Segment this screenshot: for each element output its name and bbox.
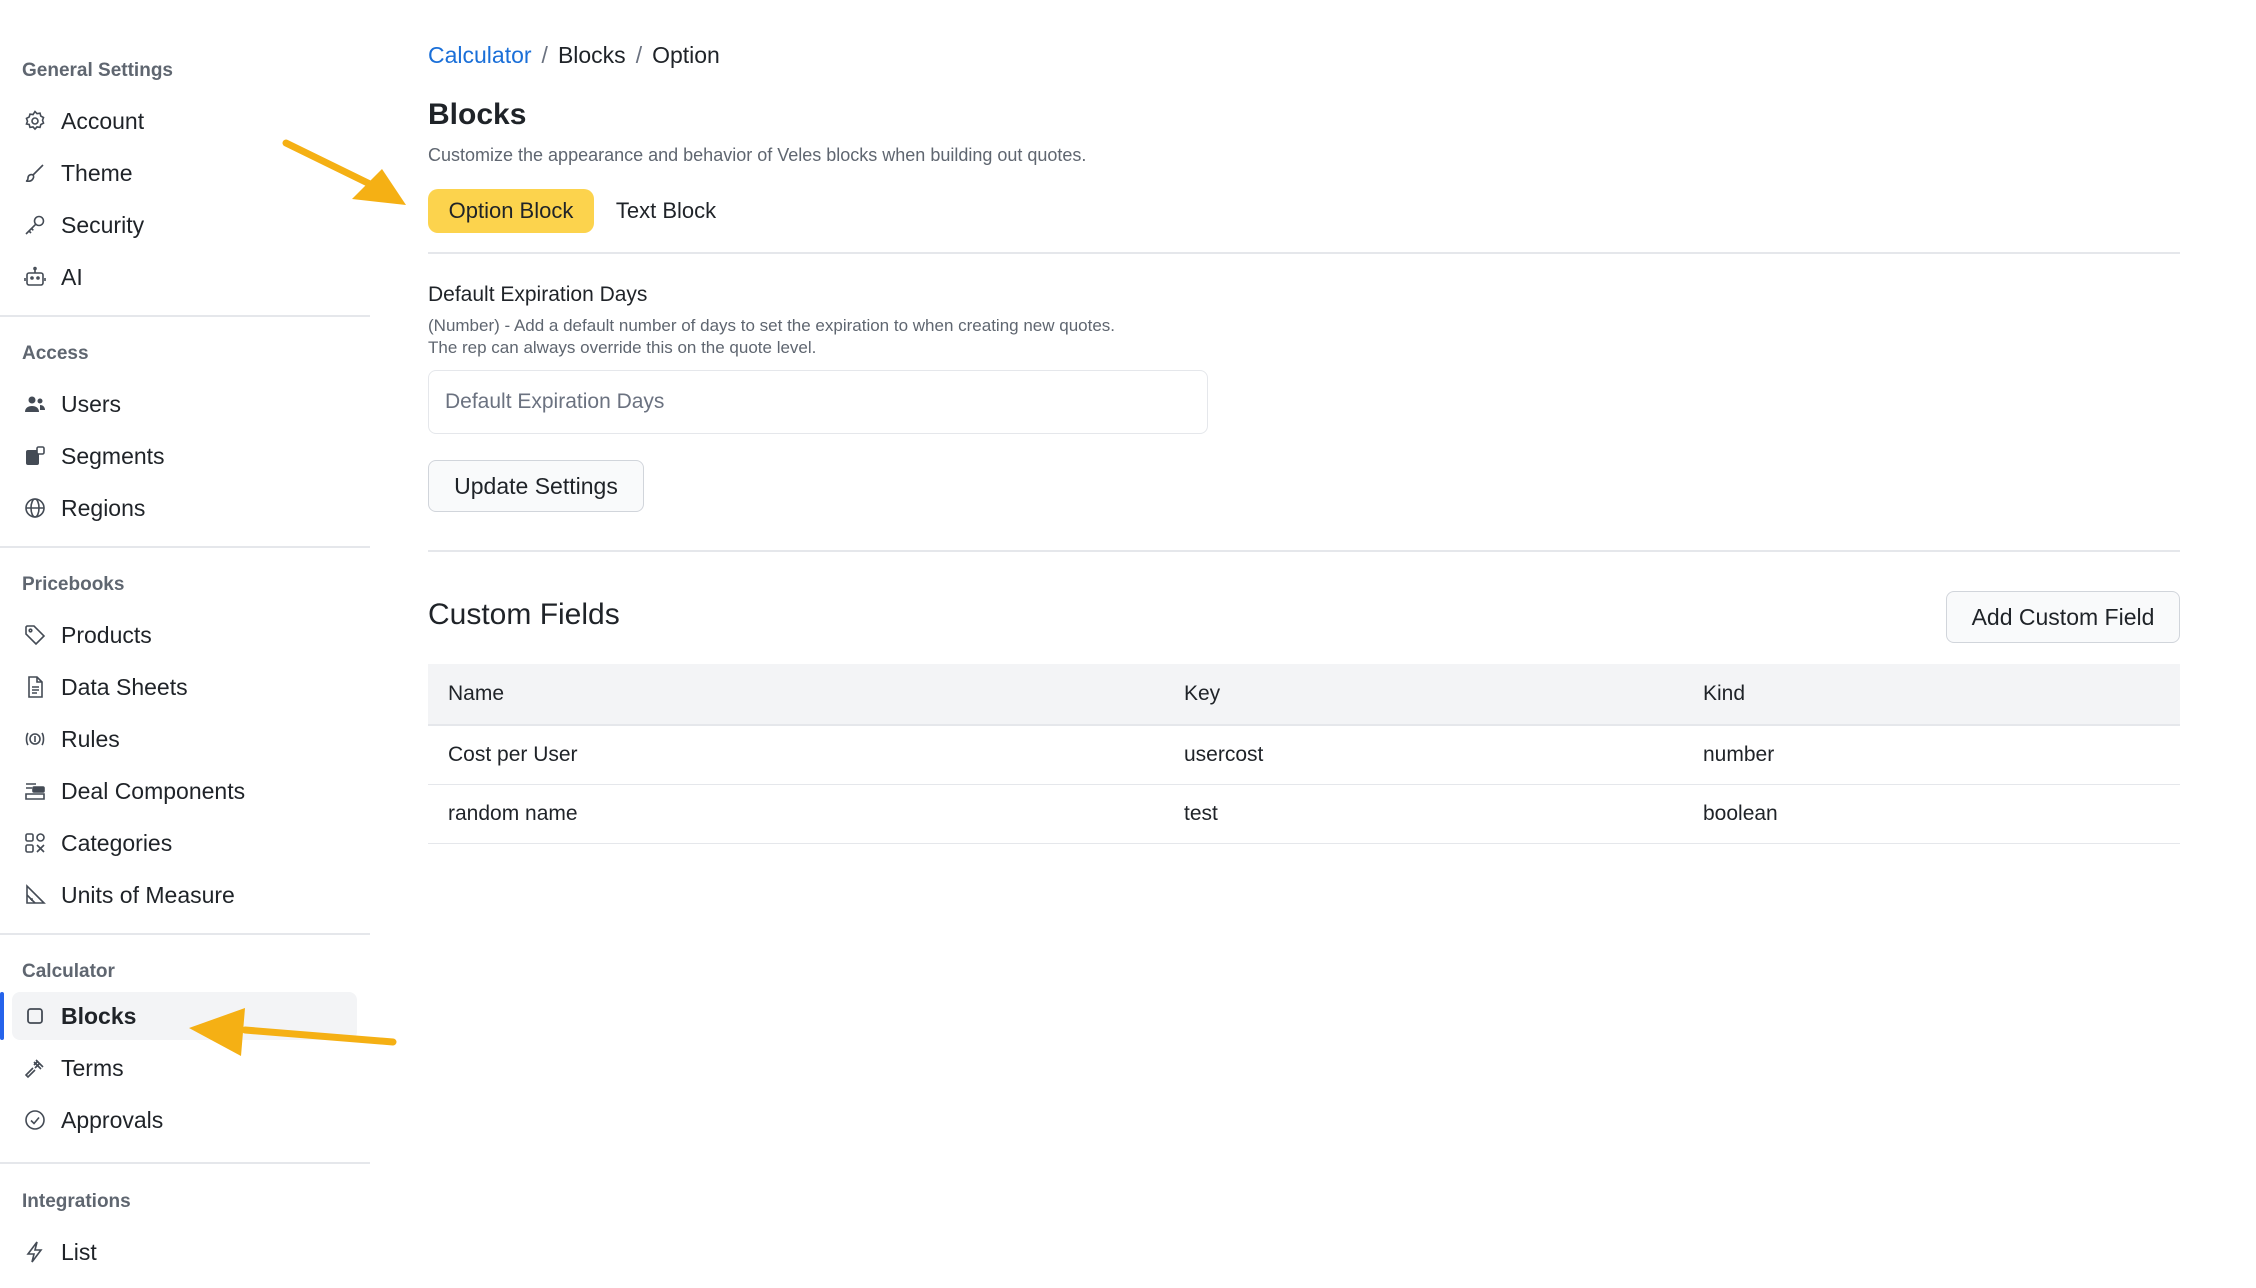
sidebar-divider: [0, 315, 370, 317]
breadcrumb-separator: /: [635, 42, 643, 68]
tab-option-block[interactable]: Option Block: [428, 189, 594, 233]
sidebar-item-ai[interactable]: AI: [12, 253, 352, 301]
table-header: Name Key Kind: [428, 664, 2180, 726]
sidebar-item-label: Data Sheets: [61, 673, 188, 700]
column-header-key: Key: [1184, 682, 1221, 705]
robot-icon: [22, 264, 48, 290]
active-indicator: [0, 992, 4, 1040]
sidebar-item-label: Approvals: [61, 1106, 164, 1133]
sidebar-item-label: Segments: [61, 442, 165, 469]
breadcrumb-blocks: Blocks: [557, 42, 626, 68]
sidebar-item-deal-components[interactable]: Deal Components: [12, 767, 352, 815]
sidebar-item-label: Products: [61, 621, 152, 648]
tag-icon: [22, 622, 48, 648]
section-title-calculator: Calculator: [22, 961, 115, 982]
page-title: Blocks: [428, 98, 527, 131]
table-row[interactable]: random name test boolean: [428, 785, 2180, 844]
breadcrumb-calculator-link[interactable]: Calculator: [428, 42, 532, 69]
sidebar-item-label: Rules: [61, 725, 120, 752]
sidebar-item-label: Users: [61, 390, 122, 417]
sidebar-item-label: Units of Measure: [61, 881, 235, 908]
gear-icon: [22, 108, 48, 134]
sidebar-item-label: Blocks: [61, 1002, 137, 1029]
table-row[interactable]: Cost per User usercost number: [428, 726, 2180, 785]
cell-key: usercost: [1184, 743, 1264, 766]
column-header-kind: Kind: [1703, 682, 1746, 705]
section-title-pricebooks: Pricebooks: [22, 574, 125, 595]
cell-kind: number: [1703, 743, 1775, 766]
update-settings-button[interactable]: Update Settings: [428, 460, 644, 512]
sidebar-item-approvals[interactable]: Approvals: [12, 1096, 352, 1144]
page-description: Customize the appearance and behavior of…: [428, 145, 1087, 165]
sidebar-divider: [0, 933, 370, 935]
breadcrumb: Calculator / Blocks / Option: [428, 42, 720, 69]
sidebar-item-label: Theme: [61, 159, 133, 186]
column-header-name: Name: [448, 682, 505, 705]
sidebar-item-segments[interactable]: Segments: [12, 432, 352, 480]
sidebar-item-label: List: [61, 1238, 97, 1265]
sidebar-item-label: Account: [61, 107, 145, 134]
ruler-icon: [22, 882, 48, 908]
custom-fields-title: Custom Fields: [428, 598, 620, 631]
globe-icon: [22, 495, 48, 521]
document-icon: [22, 674, 48, 700]
cell-key: test: [1184, 802, 1218, 825]
breadcrumb-separator: /: [541, 42, 548, 68]
categories-icon: [22, 830, 48, 856]
add-custom-field-button[interactable]: Add Custom Field: [1946, 591, 2180, 643]
breadcrumb-current: Option: [652, 42, 720, 68]
cell-name: random name: [448, 802, 578, 825]
section-divider: [428, 550, 2180, 552]
sidebar-item-categories[interactable]: Categories: [12, 819, 352, 867]
sidebar-item-label: Deal Components: [61, 777, 246, 804]
gavel-icon: [22, 1055, 48, 1081]
cell-name: Cost per User: [448, 743, 578, 766]
users-icon: [22, 391, 48, 417]
sidebar-item-users[interactable]: Users: [12, 380, 352, 428]
sidebar-divider: [0, 546, 370, 548]
custom-fields-table: Name Key Kind Cost per User usercost num…: [428, 664, 2180, 844]
section-title-access: Access: [22, 343, 89, 364]
cell-kind: boolean: [1703, 802, 1778, 825]
segments-icon: [22, 443, 48, 469]
sidebar-item-label: Regions: [61, 494, 146, 521]
check-circle-icon: [22, 1107, 48, 1133]
sidebar-item-label: Security: [61, 211, 145, 238]
expiration-days-help: (Number) - Add a default number of days …: [428, 316, 1115, 335]
annotation-arrow-tabs: [282, 139, 406, 205]
expiration-days-input[interactable]: [428, 370, 1208, 434]
sidebar-divider: [0, 1162, 370, 1164]
components-icon: [22, 778, 48, 804]
brush-icon: [22, 160, 48, 186]
annotation-arrow-blocks: [189, 1008, 397, 1056]
sidebar-item-data-sheets[interactable]: Data Sheets: [12, 663, 352, 711]
sidebar-item-rules[interactable]: Rules: [12, 715, 352, 763]
tabs-divider: [428, 252, 2180, 254]
sidebar-item-label: Terms: [61, 1054, 124, 1081]
square-icon: [22, 1003, 48, 1029]
sidebar-item-label: Categories: [61, 829, 173, 856]
lightning-icon: [22, 1239, 48, 1265]
expiration-days-help: The rep can always override this on the …: [428, 338, 817, 357]
sidebar-item-units-of-measure[interactable]: Units of Measure: [12, 871, 352, 919]
section-title-integrations: Integrations: [22, 1191, 131, 1212]
rules-icon: [22, 726, 48, 752]
sidebar-item-regions[interactable]: Regions: [12, 484, 352, 532]
sidebar-item-list[interactable]: List: [12, 1228, 352, 1276]
key-icon: [22, 212, 48, 238]
sidebar-item-label: AI: [61, 263, 83, 290]
section-title-general-settings: General Settings: [22, 60, 173, 81]
sidebar-item-products[interactable]: Products: [12, 611, 352, 659]
expiration-days-label: Default Expiration Days: [428, 283, 648, 306]
tab-text-block[interactable]: Text Block: [606, 189, 726, 233]
